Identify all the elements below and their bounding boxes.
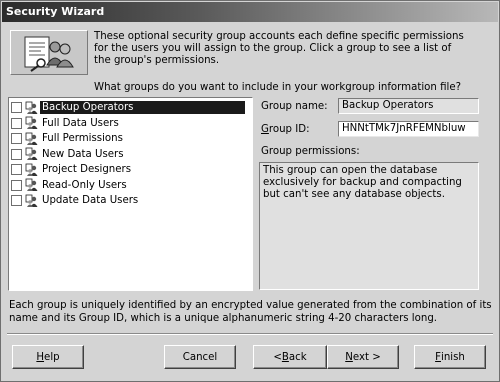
group-list-item-full-permissions[interactable]: Full Permissions <box>11 131 251 146</box>
group-users-icon <box>25 132 38 145</box>
group-label: Update Data Users <box>42 195 139 206</box>
separator <box>7 333 493 335</box>
group-list-item-read-only-users[interactable]: Read-Only Users <box>11 178 251 193</box>
group-users-icon <box>25 116 38 129</box>
group-id-accel: G <box>261 124 269 135</box>
intro-text: These optional security group accounts e… <box>94 31 464 66</box>
group-label: New Data Users <box>42 148 124 160</box>
group-permissions-label: Group permissions: <box>261 146 360 157</box>
group-permissions-text: This group can open the database exclusi… <box>259 162 479 290</box>
help-accel: H <box>36 351 45 363</box>
group-checkbox[interactable] <box>11 195 22 206</box>
back-accel: B <box>281 351 289 363</box>
back-button[interactable]: < Back <box>253 345 327 369</box>
group-users-icon <box>25 101 38 114</box>
help-rest: elp <box>44 351 60 363</box>
group-users-icon <box>25 194 38 207</box>
group-checkbox[interactable] <box>11 133 22 144</box>
group-label: Project Designers <box>42 164 132 175</box>
group-checkbox[interactable] <box>11 102 22 113</box>
title-bar: Security Wizard <box>2 2 498 22</box>
help-button[interactable]: Help <box>12 345 84 369</box>
group-label: Full Permissions <box>42 133 123 144</box>
next-accel: N <box>345 351 353 363</box>
group-name-label: Group name: <box>261 101 328 112</box>
group-list-item-new-data-users[interactable]: New Data Users <box>11 147 251 162</box>
security-wizard-window: Security Wizard These optional security … <box>0 0 500 382</box>
group-label: Full Data Users <box>42 117 119 129</box>
group-id-label-rest: roup ID: <box>268 124 310 135</box>
group-list-item-project-designers[interactable]: Project Designers <box>11 162 251 177</box>
footer-note: Each group is uniquely identified by an … <box>9 300 492 324</box>
group-users-icon <box>25 163 38 176</box>
group-name-field: Backup Operators <box>338 98 479 114</box>
next-button[interactable]: Next > <box>327 345 399 369</box>
group-label: Backup Operators <box>40 101 245 114</box>
finish-rest: inish <box>440 351 465 363</box>
group-list-item-backup-operators[interactable]: Backup Operators <box>11 100 251 115</box>
group-id-input[interactable]: HNNtTMk7JnRFEMNbluw <box>338 121 479 137</box>
question-text: What groups do you want to include in yo… <box>94 82 462 93</box>
group-id-label: Group ID: <box>261 124 310 135</box>
finish-button[interactable]: Finish <box>414 345 486 369</box>
next-rest: ext > <box>352 351 381 363</box>
group-list-item-update-data-users[interactable]: Update Data Users <box>11 193 251 208</box>
cancel-button[interactable]: Cancel <box>164 345 236 369</box>
group-label: Read-Only Users <box>42 179 127 191</box>
back-rest: ack <box>288 351 307 363</box>
security-wizard-icon <box>10 30 88 75</box>
group-list-item-full-data-users[interactable]: Full Data Users <box>11 116 251 131</box>
group-checkbox[interactable] <box>11 117 22 129</box>
group-checkbox[interactable] <box>11 164 22 175</box>
group-users-icon <box>25 147 38 160</box>
back-pre: < <box>273 351 282 363</box>
group-checkbox[interactable] <box>11 179 22 191</box>
group-users-icon <box>25 178 38 191</box>
group-checkbox[interactable] <box>11 148 22 160</box>
group-list[interactable]: Backup Operators Full Data Users Full Pe… <box>8 97 253 291</box>
